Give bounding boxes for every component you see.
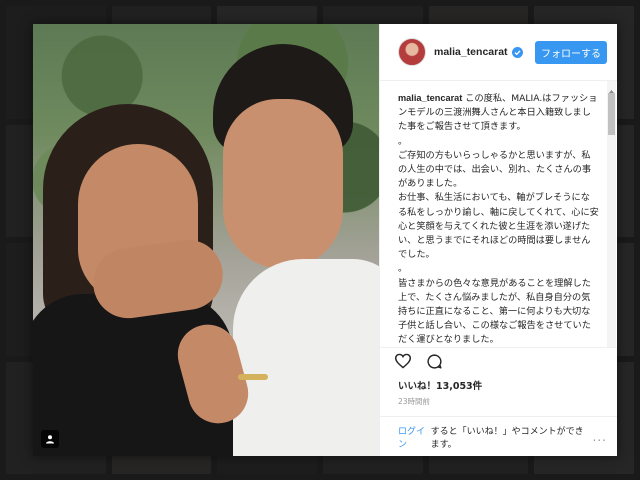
caption-area[interactable]: malia_tencarat この度私、MALIA.はファッションモデルの三渡洲… [380,81,617,348]
heart-icon[interactable] [394,353,412,373]
verified-icon [511,46,523,58]
post-actions [380,348,617,378]
login-link[interactable]: ログイン [398,424,431,450]
caption: malia_tencarat この度私、MALIA.はファッションモデルの三渡洲… [380,81,617,347]
post-timestamp[interactable]: 23時間前 [380,394,617,416]
scrollbar-thumb[interactable] [608,93,615,135]
post-photo[interactable] [33,24,379,456]
like-count[interactable]: いいね！13,053件 [380,378,617,394]
comment-icon[interactable] [426,353,443,374]
photo-bracelet [238,374,268,380]
scroll-up-arrow-icon[interactable] [607,81,616,93]
more-options-button[interactable]: ... [593,430,607,444]
username-link[interactable]: malia_tencarat [434,46,508,58]
post-side-panel: malia_tencarat フォローする malia_tencarat この度… [379,24,617,456]
follow-button[interactable]: フォローする [535,40,607,64]
caption-username[interactable]: malia_tencarat [398,93,462,103]
post-header: malia_tencarat フォローする [380,24,617,81]
user-tag-icon[interactable] [41,430,59,448]
post-modal: malia_tencarat フォローする malia_tencarat この度… [33,24,617,456]
caption-text: この度私、MALIA.はファッションモデルの三渡洲舞人さんと本日入籍致しました事… [398,93,599,346]
avatar[interactable] [398,38,426,66]
scroll-down-arrow-icon[interactable] [607,338,616,347]
post-footer: ログイン すると「いいね！」やコメントができます。 ... [380,416,617,456]
footer-text: すると「いいね！」やコメントができます。 [430,426,584,450]
caption-scrollbar[interactable] [607,81,616,347]
